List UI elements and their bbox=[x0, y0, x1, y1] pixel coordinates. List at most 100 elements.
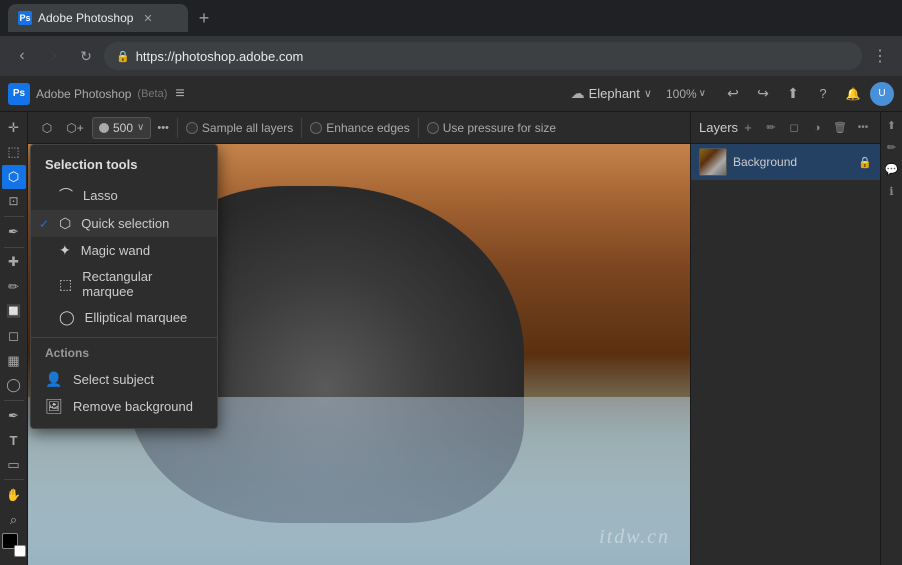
stamp-tool[interactable]: 🔲 bbox=[2, 300, 26, 324]
nav-forward-button[interactable]: › bbox=[40, 42, 68, 70]
color-swatches[interactable] bbox=[2, 533, 26, 557]
enhance-edges-radio[interactable] bbox=[310, 122, 322, 134]
left-toolbar: ✛ ⬚ ⬡ ⊡ ✒ ✚ ✏ 🔲 ◻ ▦ ◯ ✒ T ▭ ✋ ⌕ bbox=[0, 112, 28, 565]
selection-tools-title: Selection tools bbox=[31, 153, 217, 180]
remove-bg-menu-item[interactable]: 🖼 Remove background bbox=[31, 393, 217, 420]
undo-button[interactable]: ↩ bbox=[720, 81, 746, 107]
quick-select-tool[interactable]: ⬡ bbox=[2, 165, 26, 189]
magic-wand-item-label: Magic wand bbox=[81, 243, 150, 258]
select-rect-tool[interactable]: ⬚ bbox=[2, 141, 26, 165]
quick-selection-check-icon: ✓ bbox=[39, 217, 49, 231]
layer-thumb-background bbox=[699, 148, 727, 176]
gradient-tool[interactable]: ▦ bbox=[2, 349, 26, 373]
options-more-button[interactable]: ••• bbox=[157, 122, 169, 134]
right-rail-icon-1[interactable]: ⬆ bbox=[883, 116, 901, 134]
quick-selection-menu-item[interactable]: ✓ ⬡ Quick selection bbox=[31, 210, 217, 237]
layers-more-button[interactable]: ••• bbox=[853, 118, 873, 138]
pressure-radio-group: Use pressure for size bbox=[427, 121, 556, 135]
select-subject-menu-item[interactable]: 👤 Select subject bbox=[31, 366, 217, 393]
quick-selection-item-icon: ⬡ bbox=[59, 215, 71, 232]
sample-layers-radio-group: Sample all layers bbox=[186, 121, 293, 135]
add-layer-button[interactable]: + bbox=[738, 118, 758, 138]
app-container: Ps Adobe Photoshop (Beta) ≡ ☁ Elephant ∨… bbox=[0, 76, 902, 565]
ps-hamburger-button[interactable]: ≡ bbox=[175, 85, 184, 103]
options-separator-1 bbox=[177, 118, 178, 138]
hand-tool[interactable]: ✋ bbox=[2, 483, 26, 507]
cloud-icon: ☁ bbox=[571, 85, 585, 102]
brush-size-control[interactable]: 500 ∨ bbox=[92, 117, 151, 139]
lasso-item-icon: ⌒ bbox=[59, 185, 73, 205]
rect-marquee-item-label: Rectangular marquee bbox=[82, 269, 203, 299]
background-color bbox=[14, 545, 26, 557]
pressure-radio[interactable] bbox=[427, 122, 439, 134]
browser-more-button[interactable]: ⋮ bbox=[866, 42, 894, 70]
select-subject-item-label: Select subject bbox=[73, 372, 154, 387]
select-subject-item-icon: 👤 bbox=[45, 371, 63, 388]
layer-item-background[interactable]: Background 🔒 bbox=[691, 144, 880, 180]
magic-wand-menu-item[interactable]: ✦ Magic wand bbox=[31, 237, 217, 264]
shape-tool[interactable]: ▭ bbox=[2, 453, 26, 477]
toolbar-separator-2 bbox=[4, 247, 24, 248]
brush-layer-button[interactable]: ✏ bbox=[761, 118, 781, 138]
delete-layer-button[interactable]: 🗑 bbox=[830, 118, 850, 138]
layers-panel-header: Layers + ✏ ◻ ◑ 🗑 ••• bbox=[691, 112, 880, 144]
elliptical-marquee-item-label: Elliptical marquee bbox=[85, 310, 188, 325]
right-rail-icon-2[interactable]: ✏ bbox=[883, 138, 901, 156]
workspace: ✛ ⬚ ⬡ ⊡ ✒ ✚ ✏ 🔲 ◻ ▦ ◯ ✒ T ▭ ✋ ⌕ bbox=[0, 112, 902, 565]
lasso-menu-item[interactable]: ⌒ Lasso bbox=[31, 180, 217, 210]
lock-icon: 🔒 bbox=[116, 50, 130, 63]
select-options-btn1[interactable]: ⬡ bbox=[36, 117, 58, 139]
nav-back-button[interactable]: ‹ bbox=[8, 42, 36, 70]
lasso-item-label: Lasso bbox=[83, 188, 118, 203]
right-rail-icon-4[interactable]: ℹ bbox=[883, 182, 901, 200]
rect-marquee-item-icon: ⬚ bbox=[59, 276, 72, 293]
options-bar: ⬡ ⬡+ 500 ∨ ••• Sample all layers Enhance… bbox=[28, 112, 690, 144]
enhance-edges-radio-group: Enhance edges bbox=[310, 121, 409, 135]
redo-button[interactable]: ↪ bbox=[750, 81, 776, 107]
mask-layer-button[interactable]: ◻ bbox=[784, 118, 804, 138]
actions-separator bbox=[31, 337, 217, 338]
remove-bg-item-icon: 🖼 bbox=[45, 398, 63, 415]
tab-close-icon[interactable]: ✕ bbox=[143, 12, 152, 25]
right-rail-icon-3[interactable]: 💬 bbox=[883, 160, 901, 178]
healing-tool[interactable]: ✚ bbox=[2, 251, 26, 275]
tab-title: Adobe Photoshop bbox=[38, 11, 133, 25]
ps-title: Adobe Photoshop bbox=[36, 87, 131, 101]
brush-tool[interactable]: ✏ bbox=[2, 275, 26, 299]
adjust-layer-button[interactable]: ◑ bbox=[807, 118, 827, 138]
bell-button[interactable]: 🔔 bbox=[840, 81, 866, 107]
share-button[interactable]: ⬆ bbox=[780, 81, 806, 107]
crop-tool[interactable]: ⊡ bbox=[2, 190, 26, 214]
toolbar-separator-1 bbox=[4, 216, 24, 217]
zoom-tool[interactable]: ⌕ bbox=[2, 508, 26, 532]
layers-list: Background 🔒 bbox=[691, 144, 880, 565]
quick-selection-item-label: Quick selection bbox=[81, 216, 169, 231]
eyedropper-tool[interactable]: ✒ bbox=[2, 220, 26, 244]
canvas-area: itdw.cn Selection tools ⌒ Lasso ✓ ⬡ Quic… bbox=[28, 144, 690, 565]
zoom-dropdown-icon[interactable]: ∨ bbox=[699, 88, 706, 99]
doc-dropdown-icon[interactable]: ∨ bbox=[644, 87, 652, 100]
rect-marquee-menu-item[interactable]: ⬚ Rectangular marquee bbox=[31, 264, 217, 304]
pen-tool[interactable]: ✒ bbox=[2, 404, 26, 428]
canvas-column: ⬡ ⬡+ 500 ∨ ••• Sample all layers Enhance… bbox=[28, 112, 690, 565]
address-bar[interactable]: 🔒 https://photoshop.adobe.com bbox=[104, 42, 862, 70]
move-tool[interactable]: ✛ bbox=[2, 116, 26, 140]
help-button[interactable]: ? bbox=[810, 81, 836, 107]
new-tab-button[interactable]: + bbox=[192, 6, 216, 30]
eraser-tool[interactable]: ◻ bbox=[2, 324, 26, 348]
text-tool[interactable]: T bbox=[2, 428, 26, 452]
nav-reload-button[interactable]: ↻ bbox=[72, 42, 100, 70]
toolbar-separator-4 bbox=[4, 479, 24, 480]
ps-cloud-area: ☁ Elephant ∨ bbox=[571, 85, 652, 102]
ps-beta-label: (Beta) bbox=[137, 88, 167, 100]
elliptical-marquee-menu-item[interactable]: ◯ Elliptical marquee bbox=[31, 304, 217, 331]
user-avatar[interactable]: U bbox=[870, 82, 894, 106]
dodge-tool[interactable]: ◯ bbox=[2, 373, 26, 397]
sample-layers-radio[interactable] bbox=[186, 122, 198, 134]
tab-favicon: Ps bbox=[18, 11, 32, 25]
browser-tab[interactable]: Ps Adobe Photoshop ✕ bbox=[8, 4, 188, 32]
select-options-btn2[interactable]: ⬡+ bbox=[64, 117, 86, 139]
toolbar-separator-3 bbox=[4, 400, 24, 401]
actions-section-title: Actions bbox=[31, 344, 217, 366]
right-panels: Layers + ✏ ◻ ◑ 🗑 ••• Background 🔒 bbox=[690, 112, 902, 565]
